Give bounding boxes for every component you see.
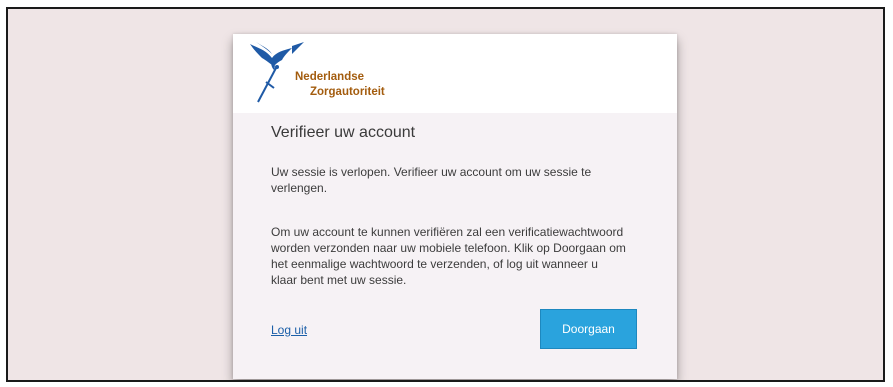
logout-link[interactable]: Log uit bbox=[271, 323, 307, 337]
verification-dialog: Nederlandse Zorgautoriteit Verifieer uw … bbox=[233, 34, 677, 379]
screenshot-frame: Nederlandse Zorgautoriteit Verifieer uw … bbox=[6, 7, 885, 382]
verification-info-text: Om uw account te kunnen verifiëren zal e… bbox=[271, 225, 626, 287]
logo-line-1: Nederlandse bbox=[295, 71, 365, 83]
logo-line-2: Zorgautoriteit bbox=[310, 86, 385, 98]
dialog-title: Verifieer uw account bbox=[271, 124, 416, 141]
continue-button[interactable]: Doorgaan bbox=[540, 309, 637, 349]
session-expired-text: Uw sessie is verlopen. Verifieer uw acco… bbox=[271, 165, 592, 195]
logo-wordmark: Nederlandse Zorgautoriteit bbox=[295, 70, 385, 100]
dialog-body: Verifieer uw account Uw sessie is verlop… bbox=[233, 113, 677, 379]
dialog-header: Nederlandse Zorgautoriteit bbox=[233, 34, 677, 113]
